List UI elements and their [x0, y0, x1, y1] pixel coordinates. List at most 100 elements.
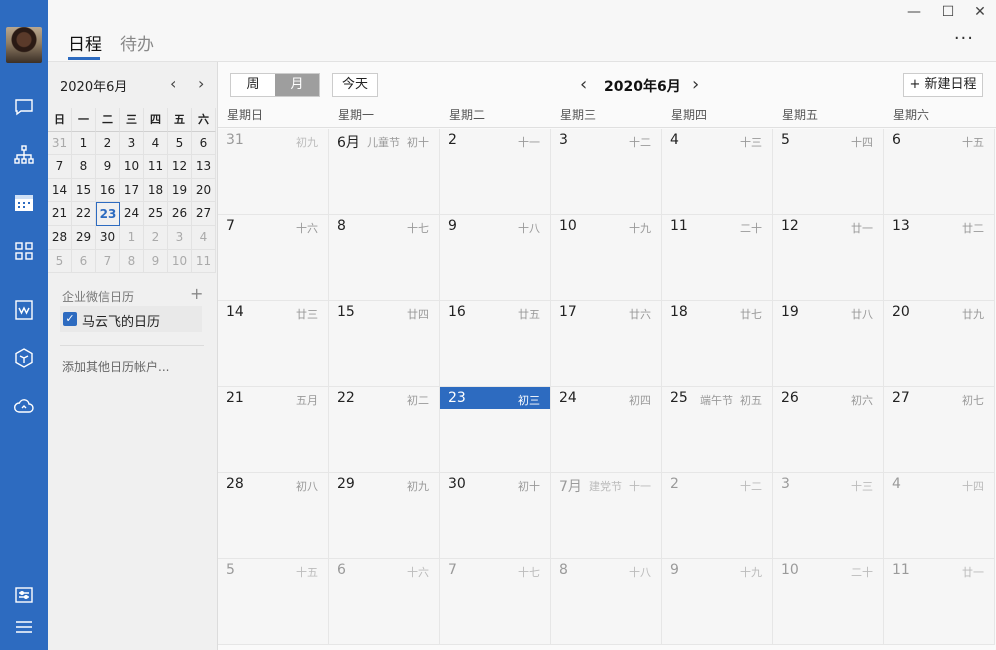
day-cell[interactable]: 6 十六 — [329, 559, 440, 645]
cube-icon[interactable] — [12, 346, 36, 370]
day-cell[interactable]: 24 初四 — [551, 387, 662, 473]
day-cell[interactable]: 9 十九 — [662, 559, 773, 645]
mini-day[interactable]: 28 — [48, 225, 72, 250]
day-cell[interactable]: 5 十四 — [773, 129, 884, 215]
mini-day[interactable]: 20 — [192, 178, 216, 203]
cloud-icon[interactable] — [12, 394, 36, 418]
mini-day[interactable]: 6 — [192, 131, 216, 156]
day-cell[interactable]: 20 廿九 — [884, 301, 995, 387]
mini-day[interactable]: 1 — [120, 225, 144, 250]
day-cell[interactable]: 8 十八 — [551, 559, 662, 645]
chat-icon[interactable] — [12, 95, 36, 119]
day-cell[interactable]: 15 廿四 — [329, 301, 440, 387]
minimize-button[interactable]: — — [906, 4, 922, 20]
mini-day[interactable]: 19 — [168, 178, 192, 203]
mini-day[interactable]: 6 — [72, 249, 96, 274]
day-cell[interactable]: 10 二十 — [773, 559, 884, 645]
mini-prev-month-button[interactable]: ‹ — [170, 74, 176, 93]
mini-day[interactable]: 12 — [168, 155, 192, 179]
apps-grid-icon[interactable] — [12, 239, 36, 263]
day-cell[interactable]: 11 廿一 — [884, 559, 995, 645]
day-cell[interactable]: 3 十二 — [551, 129, 662, 215]
mini-day-selected[interactable]: 23 — [96, 202, 120, 226]
mini-day[interactable]: 5 — [48, 249, 72, 274]
mini-day[interactable]: 4 — [144, 131, 168, 156]
tab-schedule[interactable]: 日程 — [68, 30, 102, 55]
mini-day[interactable]: 3 — [168, 225, 192, 250]
mini-day[interactable]: 2 — [144, 225, 168, 250]
mini-day[interactable]: 31 — [48, 131, 72, 156]
day-cell[interactable]: 11 二十 — [662, 215, 773, 301]
week-view-button[interactable]: 周 — [231, 74, 275, 96]
more-options-button[interactable]: ··· — [954, 28, 974, 49]
mini-day[interactable]: 17 — [120, 178, 144, 203]
avatar[interactable] — [6, 27, 42, 63]
mini-day[interactable]: 15 — [72, 178, 96, 203]
day-cell[interactable]: 16 廿五 — [440, 301, 551, 387]
day-cell[interactable]: 4 十三 — [662, 129, 773, 215]
document-icon[interactable] — [12, 298, 36, 322]
mini-day[interactable]: 9 — [144, 249, 168, 274]
close-button[interactable]: ✕ — [972, 4, 988, 20]
prev-month-button[interactable]: ‹ — [580, 75, 587, 95]
mini-day[interactable]: 24 — [120, 202, 144, 226]
mini-day[interactable]: 4 — [192, 225, 216, 250]
new-event-button[interactable]: + 新建日程 — [903, 73, 983, 97]
day-cell[interactable]: 17 廿六 — [551, 301, 662, 387]
day-cell-today[interactable]: 23 初三 — [440, 387, 551, 473]
mini-day[interactable]: 11 — [144, 155, 168, 179]
mini-day[interactable]: 14 — [48, 178, 72, 203]
day-cell[interactable]: 28 初八 — [218, 473, 329, 559]
mini-day[interactable]: 29 — [72, 225, 96, 250]
day-cell[interactable]: 14 廿三 — [218, 301, 329, 387]
day-cell[interactable]: 8 十七 — [329, 215, 440, 301]
day-cell[interactable]: 21 五月 — [218, 387, 329, 473]
mini-day[interactable]: 10 — [120, 155, 144, 179]
mini-day[interactable]: 10 — [168, 249, 192, 274]
mini-day[interactable]: 30 — [96, 225, 120, 250]
tab-todo[interactable]: 待办 — [120, 30, 154, 55]
mini-day[interactable]: 7 — [96, 249, 120, 274]
day-cell[interactable]: 13 廿二 — [884, 215, 995, 301]
day-cell[interactable]: 3 十三 — [773, 473, 884, 559]
day-cell[interactable]: 26 初六 — [773, 387, 884, 473]
day-cell[interactable]: 10 十九 — [551, 215, 662, 301]
day-cell[interactable]: 2 十二 — [662, 473, 773, 559]
day-cell[interactable]: 27 初七 — [884, 387, 995, 473]
day-cell[interactable]: 7月 建党节 十一 — [551, 473, 662, 559]
day-cell[interactable]: 25 端午节 初五 — [662, 387, 773, 473]
calendar-item[interactable]: ✓ 马云飞的日历 — [60, 306, 202, 332]
day-cell[interactable]: 22 初二 — [329, 387, 440, 473]
day-cell[interactable]: 12 廿一 — [773, 215, 884, 301]
mini-day[interactable]: 11 — [192, 249, 216, 274]
org-chart-icon[interactable] — [12, 143, 36, 167]
mini-day[interactable]: 22 — [72, 202, 96, 226]
day-cell[interactable]: 19 廿八 — [773, 301, 884, 387]
settings-sliders-icon[interactable] — [12, 583, 36, 607]
mini-day[interactable]: 16 — [96, 178, 120, 203]
mini-day[interactable]: 25 — [144, 202, 168, 226]
mini-day[interactable]: 21 — [48, 202, 72, 226]
day-cell[interactable]: 7 十七 — [440, 559, 551, 645]
calendar-icon[interactable] — [12, 191, 36, 215]
maximize-button[interactable]: ☐ — [940, 4, 956, 20]
day-cell[interactable]: 5 十五 — [218, 559, 329, 645]
add-calendar-icon[interactable]: + — [190, 284, 203, 303]
today-button[interactable]: 今天 — [332, 73, 378, 97]
mini-day[interactable]: 5 — [168, 131, 192, 156]
next-month-button[interactable]: › — [692, 75, 699, 95]
day-cell[interactable]: 18 廿七 — [662, 301, 773, 387]
mini-day[interactable]: 8 — [72, 155, 96, 179]
day-cell[interactable]: 2 十一 — [440, 129, 551, 215]
mini-day[interactable]: 27 — [192, 202, 216, 226]
mini-day[interactable]: 13 — [192, 155, 216, 179]
mini-day[interactable]: 9 — [96, 155, 120, 179]
calendar-checkbox[interactable]: ✓ — [63, 312, 77, 326]
day-cell[interactable]: 9 十八 — [440, 215, 551, 301]
mini-day[interactable]: 2 — [96, 131, 120, 156]
day-cell[interactable]: 4 十四 — [884, 473, 995, 559]
day-cell[interactable]: 6月 儿童节 初十 — [329, 129, 440, 215]
day-cell[interactable]: 7 十六 — [218, 215, 329, 301]
mini-day[interactable]: 3 — [120, 131, 144, 156]
day-cell[interactable]: 29 初九 — [329, 473, 440, 559]
